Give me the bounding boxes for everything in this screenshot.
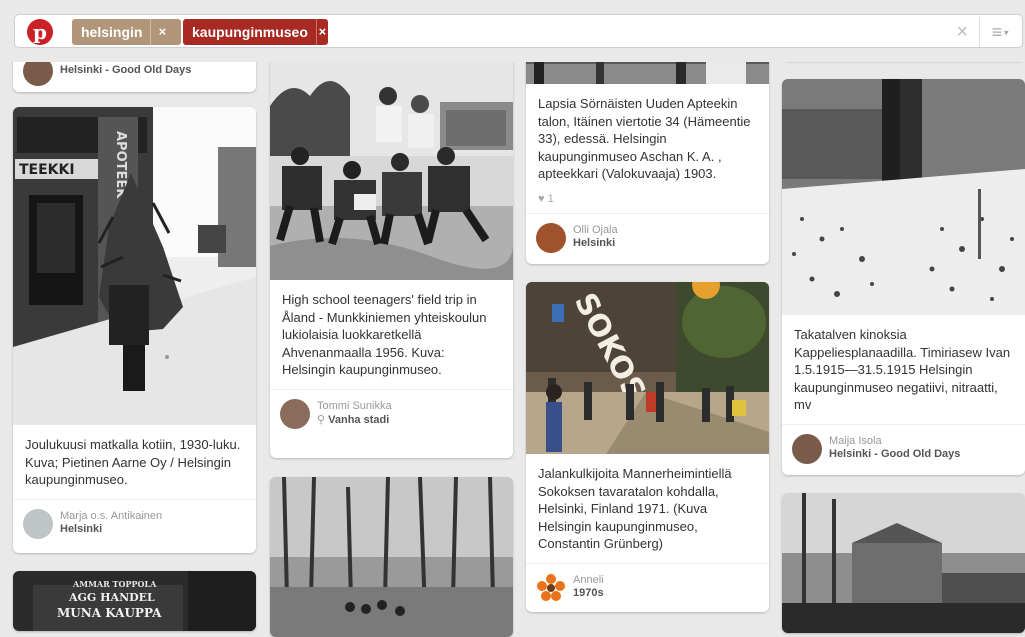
pinner-name[interactable]: Olli Ojala	[573, 224, 618, 236]
avatar[interactable]	[536, 222, 566, 253]
search-chip-helsingin[interactable]: helsingin ×	[72, 19, 181, 45]
pinner-name[interactable]: Marja o.s. Antikainen	[60, 510, 162, 522]
pin-photo-snow-trees	[782, 79, 1025, 315]
board-name[interactable]: Helsinki - Good Old Days	[60, 64, 191, 76]
board-name[interactable]: 1970s	[573, 587, 604, 599]
board-label: Vanha stadi	[328, 413, 390, 426]
shop-sign-2: AGG HANDEL	[68, 591, 155, 604]
pin-image[interactable]: AMMAR TOPPOLA AGG HANDEL MUNA KAUPPA	[13, 571, 256, 631]
remove-chip-icon[interactable]: ×	[150, 19, 173, 45]
pin-description: Takatalven kinoksia Kappeliesplanaadilla…	[794, 327, 1011, 412]
flower-avatar-icon	[536, 572, 566, 603]
remove-chip-icon[interactable]: ×	[315, 19, 328, 45]
pin-card[interactable]: AMMAR TOPPOLA AGG HANDEL MUNA KAUPPA	[13, 571, 256, 631]
pin-image[interactable]: SOKOS	[526, 282, 769, 454]
pin-card[interactable]: Takatalven kinoksia Kappeliesplanaadilla…	[782, 79, 1025, 475]
divider	[979, 17, 980, 47]
chip-label: helsingin	[81, 24, 143, 40]
pin-description: Lapsia Sörnäisten Uuden Apteekin talon, …	[538, 96, 751, 181]
pin-photo-park-trees	[270, 477, 513, 637]
location-pin-icon: ⚲	[317, 413, 326, 426]
pinterest-logo-icon[interactable]: p	[27, 19, 53, 45]
avatar[interactable]	[280, 398, 310, 429]
pin-photo-shop-front: AMMAR TOPPOLA AGG HANDEL MUNA KAUPPA	[13, 571, 256, 631]
board-name[interactable]: Helsinki - Good Old Days	[829, 448, 960, 460]
chip-label: kaupunginmuseo	[192, 24, 308, 40]
pin-footer[interactable]: Anneli 1970s	[526, 562, 769, 612]
board-name[interactable]: Helsinki	[60, 523, 102, 535]
like-count[interactable]: ♥ 1	[526, 193, 769, 213]
pin-image[interactable]	[782, 493, 1025, 633]
menu-icon[interactable]: ≡▼	[988, 19, 1014, 45]
pinner-name[interactable]: Tommi Sunikka	[317, 400, 392, 412]
pin-photo-teenagers	[270, 46, 513, 280]
pinner-name[interactable]: Maija Isola	[829, 435, 882, 447]
pin-image[interactable]	[782, 79, 1025, 315]
heart-icon: ♥	[538, 192, 545, 205]
clear-search-icon[interactable]: ×	[956, 19, 968, 45]
avatar[interactable]	[23, 508, 53, 539]
pin-card[interactable]: TEEKKI APOTEEK Joulukuusi matkalla kotii…	[13, 107, 256, 553]
board-name[interactable]: ⚲ Vanha stadi	[317, 413, 389, 426]
menu-glyph: ≡	[991, 22, 1003, 42]
top-bar: p helsingin × kaupunginmuseo × × ≡▼	[0, 0, 1025, 62]
board-name[interactable]: Helsinki	[573, 237, 615, 249]
apteekki-sign: TEEKKI	[19, 162, 75, 178]
pin-image[interactable]	[270, 477, 513, 637]
pin-photo-christmas-tree: TEEKKI APOTEEK	[13, 107, 256, 425]
shop-sign-1: AMMAR TOPPOLA	[72, 579, 157, 589]
pin-image[interactable]	[270, 46, 513, 280]
pin-photo-railway-station	[782, 493, 1025, 633]
search-bar[interactable]: p helsingin × kaupunginmuseo × × ≡▼	[14, 14, 1023, 48]
search-chip-kaupunginmuseo[interactable]: kaupunginmuseo ×	[183, 19, 328, 45]
pin-image[interactable]: TEEKKI APOTEEK	[13, 107, 256, 425]
pin-card[interactable]	[782, 493, 1025, 633]
like-count-value: 1	[547, 192, 554, 205]
pin-card[interactable]: SOKOS Jalankulkijoita Mannerheimintiellä…	[526, 282, 769, 612]
pin-footer[interactable]: Marja o.s. Antikainen Helsinki	[13, 498, 256, 548]
pin-description: Joulukuusi matkalla kotiin, 1930-luku. K…	[25, 437, 241, 487]
pin-description: High school teenagers' field trip in Åla…	[282, 292, 487, 377]
pin-card[interactable]: High school teenagers' field trip in Åla…	[270, 46, 513, 458]
pin-footer[interactable]: Maija Isola Helsinki - Good Old Days	[782, 423, 1025, 473]
avatar[interactable]	[536, 572, 566, 603]
pin-card[interactable]	[270, 477, 513, 637]
pin-photo-street-1971: SOKOS	[526, 282, 769, 454]
avatar[interactable]	[792, 433, 822, 464]
shop-sign-3: MUNA KAUPPA	[57, 606, 162, 620]
pin-description: Jalankulkijoita Mannerheimintiellä Sokok…	[538, 466, 732, 551]
pinner-name[interactable]: Anneli	[573, 574, 604, 586]
pin-footer[interactable]: Tommi Sunikka ⚲ Vanha stadi	[270, 388, 513, 438]
pin-footer[interactable]: Olli Ojala Helsinki	[526, 212, 769, 262]
